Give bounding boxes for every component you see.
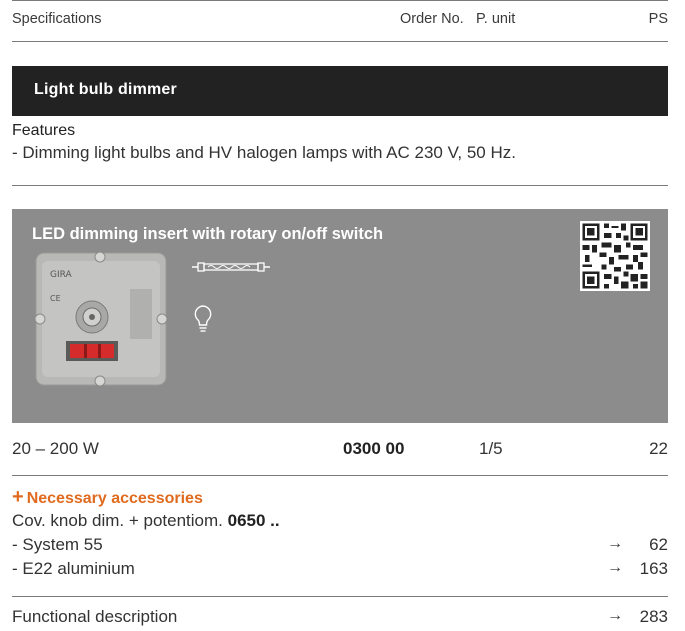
header-order-no: Order No.: [400, 11, 464, 27]
power-range: 20 – 200 W: [12, 439, 99, 458]
header-ps: PS: [648, 11, 668, 27]
dimmer-insert-image: GIRA CE: [34, 251, 168, 387]
product-title: LED dimming insert with rotary on/off sw…: [32, 225, 384, 243]
accessories-heading-label: Necessary accessories: [26, 490, 203, 507]
accessory-line-system55: - System 55: [12, 535, 103, 554]
page-link-e22[interactable]: 163: [608, 559, 668, 579]
page-link-system55[interactable]: 62: [608, 535, 668, 555]
qr-code: [580, 221, 650, 291]
plus-icon: +: [12, 486, 24, 508]
section-title: Light bulb dimmer: [34, 81, 177, 98]
order-number: 0300 00: [343, 439, 405, 458]
accessory-item: Cov. knob dim. + potentiom. 0650 ..: [12, 511, 280, 531]
functional-description-label: Functional description: [12, 607, 178, 626]
features-text: - Dimming light bulbs and HV halogen lam…: [12, 143, 516, 162]
features-rule: [12, 185, 668, 186]
svg-text:CE: CE: [50, 294, 61, 303]
accessories-heading: + Necessary accessories: [12, 486, 203, 509]
spec-rule: [12, 475, 668, 476]
page-ps: 22: [649, 439, 668, 458]
device-brand: GIRA: [50, 270, 73, 280]
header-p-unit: P. unit: [476, 11, 516, 27]
light-bulb-icon: [194, 305, 212, 332]
page-link-functional[interactable]: 283: [608, 607, 668, 627]
halogen-tube-icon: [192, 262, 270, 272]
accessory-order: 0650 ..: [227, 511, 280, 530]
header-rule: [12, 41, 668, 42]
section-bar: Light bulb dimmer: [12, 66, 668, 116]
accessories-rule: [12, 596, 668, 597]
top-rule: [12, 0, 668, 1]
accessory-line-e22: - E22 aluminium: [12, 559, 135, 578]
header-specifications: Specifications: [12, 11, 102, 27]
accessory-label: Cov. knob dim. + potentiom.: [12, 511, 223, 530]
product-panel: LED dimming insert with rotary on/off sw…: [12, 209, 668, 423]
packing-unit: 1/5: [479, 439, 503, 458]
features-heading: Features: [12, 122, 76, 139]
